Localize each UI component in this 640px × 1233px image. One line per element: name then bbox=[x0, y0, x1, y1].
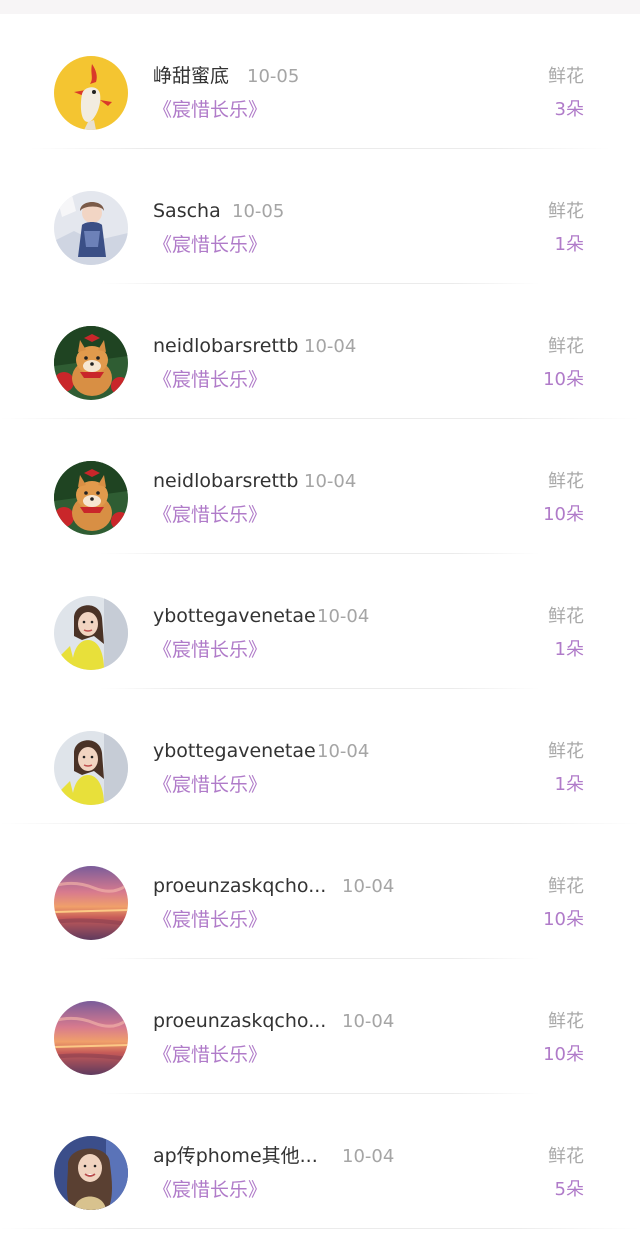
top-band bbox=[0, 0, 640, 14]
song-title[interactable]: 《宸惜长乐》 bbox=[153, 908, 267, 932]
gift-type-label: 鲜花 bbox=[548, 741, 584, 762]
list-item[interactable]: Sascha 10-05 《宸惜长乐》 鲜花 1朵 bbox=[0, 149, 640, 284]
gift-type-label: 鲜花 bbox=[548, 876, 584, 897]
gift-count: 5朵 bbox=[554, 1179, 584, 1200]
gift-date: 10-04 bbox=[304, 336, 357, 357]
gift-count: 1朵 bbox=[554, 774, 584, 795]
gift-date: 10-05 bbox=[232, 201, 285, 222]
girl-yellow-avatar[interactable] bbox=[54, 731, 128, 805]
gift-date: 10-05 bbox=[247, 66, 300, 87]
song-title[interactable]: 《宸惜长乐》 bbox=[153, 98, 267, 122]
gift-record-list: 峥甜蜜底 10-05 《宸惜长乐》 鲜花 3朵 Sascha 10-05 《宸惜… bbox=[0, 14, 640, 1229]
gift-count: 1朵 bbox=[554, 639, 584, 660]
song-title[interactable]: 《宸惜长乐》 bbox=[153, 503, 267, 527]
song-title[interactable]: 《宸惜长乐》 bbox=[153, 773, 267, 797]
gift-type-label: 鲜花 bbox=[548, 1011, 584, 1032]
gift-date: 10-04 bbox=[342, 1146, 395, 1167]
row-divider bbox=[0, 1228, 640, 1229]
user-name[interactable]: ap传phome其他... bbox=[153, 1144, 318, 1168]
gift-count: 10朵 bbox=[543, 504, 584, 525]
list-item[interactable]: ybottegavenetae 10-04 《宸惜长乐》 鲜花 1朵 bbox=[0, 689, 640, 824]
woman-photo-avatar[interactable] bbox=[54, 191, 128, 265]
sunset-avatar[interactable] bbox=[54, 866, 128, 940]
yellow-deer-avatar[interactable] bbox=[54, 56, 128, 130]
gift-count: 10朵 bbox=[543, 1044, 584, 1065]
gift-type-label: 鲜花 bbox=[548, 606, 584, 627]
gift-date: 10-04 bbox=[342, 1011, 395, 1032]
gift-count: 3朵 bbox=[554, 99, 584, 120]
list-item[interactable]: neidlobarsrettb 10-04 《宸惜长乐》 鲜花 10朵 bbox=[0, 419, 640, 554]
list-item[interactable]: 峥甜蜜底 10-05 《宸惜长乐》 鲜花 3朵 bbox=[0, 14, 640, 149]
user-name[interactable]: neidlobarsrettb bbox=[153, 334, 298, 358]
user-name[interactable]: proeunzaskqcho... bbox=[153, 874, 326, 898]
song-title[interactable]: 《宸惜长乐》 bbox=[153, 1043, 267, 1067]
shiba-dog-avatar[interactable] bbox=[54, 326, 128, 400]
gift-type-label: 鲜花 bbox=[548, 66, 584, 87]
song-title[interactable]: 《宸惜长乐》 bbox=[153, 368, 267, 392]
user-name[interactable]: ybottegavenetae bbox=[153, 739, 316, 763]
song-title[interactable]: 《宸惜长乐》 bbox=[153, 1178, 267, 1202]
user-name[interactable]: 峥甜蜜底 bbox=[153, 64, 229, 88]
gift-count: 1朵 bbox=[554, 234, 584, 255]
song-title[interactable]: 《宸惜长乐》 bbox=[153, 233, 267, 257]
user-name[interactable]: ybottegavenetae bbox=[153, 604, 316, 628]
gift-count: 10朵 bbox=[543, 369, 584, 390]
gift-type-label: 鲜花 bbox=[548, 336, 584, 357]
gift-type-label: 鲜花 bbox=[548, 201, 584, 222]
user-name[interactable]: proeunzaskqcho... bbox=[153, 1009, 326, 1033]
user-name[interactable]: Sascha bbox=[153, 199, 221, 223]
sunset-avatar[interactable] bbox=[54, 1001, 128, 1075]
list-item[interactable]: neidlobarsrettb 10-04 《宸惜长乐》 鲜花 10朵 bbox=[0, 284, 640, 419]
list-item[interactable]: ybottegavenetae 10-04 《宸惜长乐》 鲜花 1朵 bbox=[0, 554, 640, 689]
list-item[interactable]: proeunzaskqcho... 10-04 《宸惜长乐》 鲜花 10朵 bbox=[0, 824, 640, 959]
list-item[interactable]: ap传phome其他... 10-04 《宸惜长乐》 鲜花 5朵 bbox=[0, 1094, 640, 1229]
list-item[interactable]: proeunzaskqcho... 10-04 《宸惜长乐》 鲜花 10朵 bbox=[0, 959, 640, 1094]
gift-date: 10-04 bbox=[317, 606, 370, 627]
girl-yellow-avatar[interactable] bbox=[54, 596, 128, 670]
user-name[interactable]: neidlobarsrettb bbox=[153, 469, 298, 493]
woman-portrait-avatar[interactable] bbox=[54, 1136, 128, 1210]
shiba-dog-avatar[interactable] bbox=[54, 461, 128, 535]
gift-date: 10-04 bbox=[304, 471, 357, 492]
gift-date: 10-04 bbox=[342, 876, 395, 897]
gift-type-label: 鲜花 bbox=[548, 1146, 584, 1167]
gift-date: 10-04 bbox=[317, 741, 370, 762]
song-title[interactable]: 《宸惜长乐》 bbox=[153, 638, 267, 662]
gift-count: 10朵 bbox=[543, 909, 584, 930]
gift-type-label: 鲜花 bbox=[548, 471, 584, 492]
